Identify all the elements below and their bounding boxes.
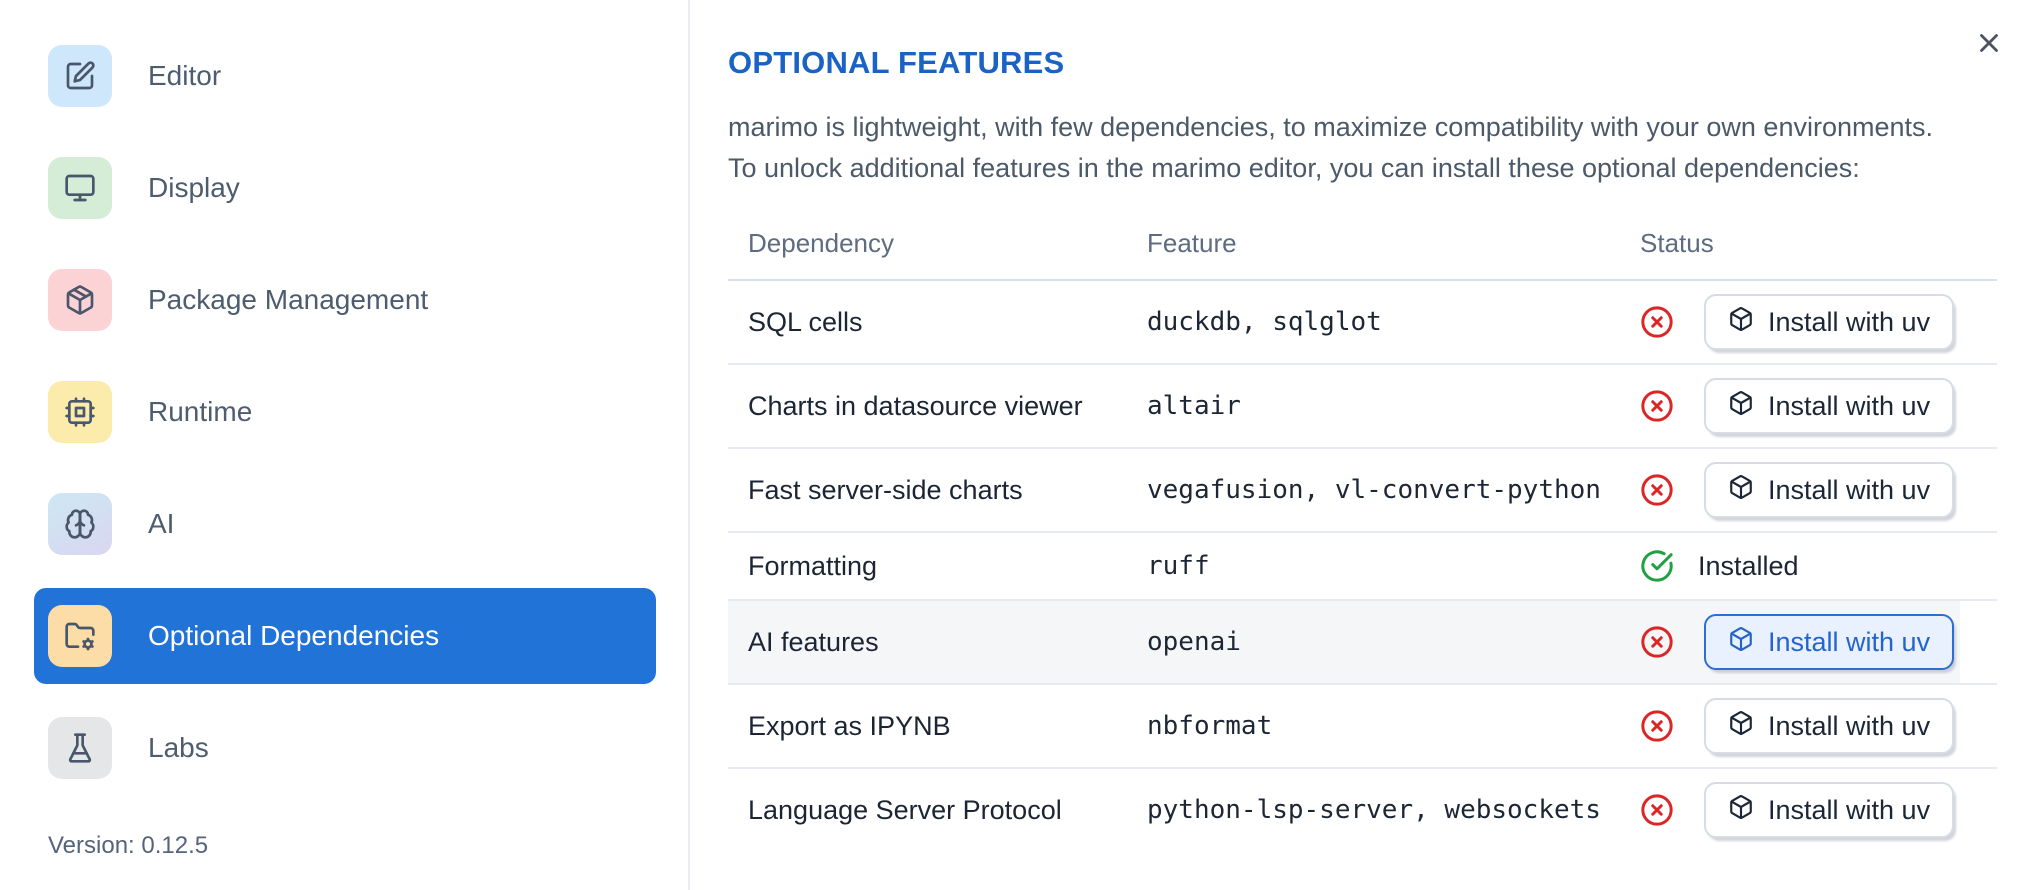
status-cell: Install with uv xyxy=(1640,698,1997,754)
install-button-label: Install with uv xyxy=(1768,710,1931,741)
sidebar-item-label: Optional Dependencies xyxy=(148,620,440,651)
status-installed-icon xyxy=(1640,549,1674,583)
sidebar-item-labs[interactable]: Labs xyxy=(34,700,656,796)
table-body: SQL cells duckdb, sqlglot Install with uv C… xyxy=(728,281,1997,851)
feature-cell: ruff xyxy=(1147,551,1210,581)
dependency-cell: Language Server Protocol xyxy=(748,794,1062,825)
install-with-uv-button[interactable]: Install with uv xyxy=(1704,294,1955,350)
install-button-label: Install with uv xyxy=(1768,626,1931,657)
status-missing-icon xyxy=(1640,389,1674,423)
sidebar-nav: Editor Display Package Management Runtime AI… xyxy=(0,28,688,796)
sidebar-item-label: AI xyxy=(148,508,175,539)
table-row-sql-cells: SQL cells duckdb, sqlglot Install with uv xyxy=(728,281,1997,365)
folder-gear-icon xyxy=(48,605,112,667)
cpu-icon xyxy=(48,381,112,443)
close-button[interactable] xyxy=(1970,25,2008,63)
install-with-uv-button[interactable]: Install with uv xyxy=(1704,462,1955,518)
sidebar-item-optional-dependencies[interactable]: Optional Dependencies xyxy=(34,588,656,684)
panel-description: marimo is lightweight, with few dependen… xyxy=(728,107,1968,189)
close-icon xyxy=(1974,28,2004,61)
status-missing-icon xyxy=(1640,473,1674,507)
install-button-label: Install with uv xyxy=(1768,794,1931,825)
column-header-feature: Feature xyxy=(1147,227,1237,258)
package-box-icon xyxy=(1728,306,1768,339)
panel-description-line2: To unlock additional features in the mar… xyxy=(728,153,1860,183)
sidebar-item-ai[interactable]: AI xyxy=(34,476,656,572)
sidebar-item-label: Labs xyxy=(148,732,209,763)
package-box-icon xyxy=(1728,390,1768,423)
install-with-uv-button[interactable]: Install with uv xyxy=(1704,698,1955,754)
sidebar-item-runtime[interactable]: Runtime xyxy=(34,364,656,460)
install-with-uv-button[interactable]: Install with uv xyxy=(1704,614,1955,670)
sidebar-item-package-management[interactable]: Package Management xyxy=(34,252,656,348)
sidebar-item-label: Editor xyxy=(148,60,222,91)
install-button-label: Install with uv xyxy=(1768,390,1931,421)
status-installed-label: Installed xyxy=(1698,550,1799,581)
settings-sidebar: Editor Display Package Management Runtime AI… xyxy=(0,0,690,890)
feature-cell: openai xyxy=(1147,627,1241,657)
dependencies-table: Dependency Feature Status SQL cells duckd… xyxy=(728,207,1997,851)
install-button-label: Install with uv xyxy=(1768,306,1931,337)
optional-features-panel: OPTIONAL FEATURES marimo is lightweight,… xyxy=(692,0,2042,890)
package-box-icon xyxy=(1728,474,1768,507)
dependency-cell: Charts in datasource viewer xyxy=(748,390,1083,421)
sidebar-item-display[interactable]: Display xyxy=(34,140,656,236)
feature-cell: duckdb, sqlglot xyxy=(1147,307,1382,337)
table-row-ai-features: AI features openai Install with uv xyxy=(728,601,1997,685)
status-missing-icon xyxy=(1640,305,1674,339)
package-box-icon xyxy=(1728,626,1768,659)
brain-icon xyxy=(48,493,112,555)
feature-cell: altair xyxy=(1147,391,1241,421)
dependency-cell: SQL cells xyxy=(748,306,863,337)
install-button-label: Install with uv xyxy=(1768,474,1931,505)
package-box-icon xyxy=(1728,794,1768,827)
status-cell: Install with uv xyxy=(1640,782,1997,838)
feature-cell: nbformat xyxy=(1147,711,1273,741)
column-header-dependency: Dependency xyxy=(748,227,894,258)
status-missing-icon xyxy=(1640,709,1674,743)
flask-icon xyxy=(48,717,112,779)
install-with-uv-button[interactable]: Install with uv xyxy=(1704,782,1955,838)
monitor-icon xyxy=(48,157,112,219)
dependency-cell: Export as IPYNB xyxy=(748,710,951,741)
dependency-cell: AI features xyxy=(748,626,879,657)
status-cell: Install with uv xyxy=(1640,294,1997,350)
dependency-cell: Formatting xyxy=(748,550,878,581)
feature-cell: python-lsp-server, websockets xyxy=(1147,795,1601,825)
table-row-formatting: Formatting ruff Installed xyxy=(728,533,1997,601)
table-row-language-server-protocol: Language Server Protocol python-lsp-serve… xyxy=(728,769,1997,851)
status-cell: Install with uv xyxy=(1640,378,1997,434)
status-cell: Install with uv xyxy=(1640,462,1997,518)
package-box-icon xyxy=(1728,710,1768,743)
editor-pen-icon xyxy=(48,45,112,107)
table-row-fast-server-side-charts: Fast server-side charts vegafusion, vl-co… xyxy=(728,449,1997,533)
status-missing-icon xyxy=(1640,793,1674,827)
sidebar-item-label: Package Management xyxy=(148,284,429,315)
dependency-cell: Fast server-side charts xyxy=(748,474,1023,505)
table-header-row: Dependency Feature Status xyxy=(728,207,1997,281)
status-missing-icon xyxy=(1640,625,1674,659)
feature-cell: vegafusion, vl-convert-python xyxy=(1147,475,1601,505)
sidebar-item-editor[interactable]: Editor xyxy=(34,28,656,124)
panel-description-line1: marimo is lightweight, with few dependen… xyxy=(728,112,1934,142)
sidebar-item-label: Display xyxy=(148,172,240,203)
install-with-uv-button[interactable]: Install with uv xyxy=(1704,378,1955,434)
table-row-export-as-ipynb: Export as IPYNB nbformat Install with uv xyxy=(728,685,1997,769)
package-icon xyxy=(48,269,112,331)
status-cell: Installed xyxy=(1640,549,1997,583)
page-title: OPTIONAL FEATURES xyxy=(728,45,1065,80)
table-row-charts-in-datasource-viewer: Charts in datasource viewer altair Install… xyxy=(728,365,1997,449)
version-label: Version: 0.12.5 xyxy=(48,832,209,859)
column-header-status: Status xyxy=(1640,227,1714,258)
sidebar-item-label: Runtime xyxy=(148,396,253,427)
status-cell: Install with uv xyxy=(1640,614,1997,670)
